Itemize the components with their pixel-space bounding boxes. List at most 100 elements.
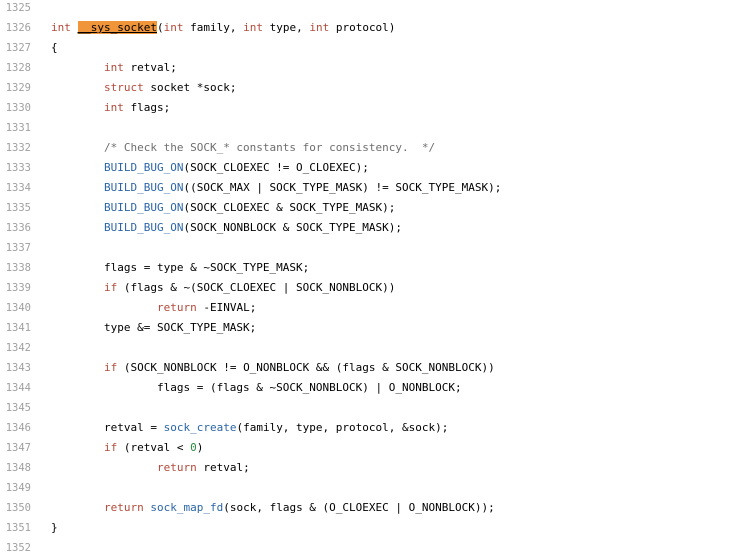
code-line: 1331 <box>0 118 754 138</box>
line-number[interactable]: 1325 <box>0 0 31 18</box>
highlighted-symbol[interactable]: __sys_socket <box>77 21 157 34</box>
code-content: BUILD_BUG_ON(SOCK_CLOEXEC & SOCK_TYPE_MA… <box>51 198 395 218</box>
code-text: flags = (flags & ~SOCK_NONBLOCK) | O_NON… <box>51 381 462 394</box>
code-text: socket *sock; <box>143 81 237 94</box>
code-text: ( <box>156 21 164 34</box>
code-text: (SOCK_NONBLOCK != O_NONBLOCK && (flags &… <box>117 361 495 374</box>
code-text: { <box>51 41 58 54</box>
line-number[interactable]: 1339 <box>0 278 31 298</box>
code-text: retval; <box>196 461 250 474</box>
code-text: ((SOCK_MAX | SOCK_TYPE_MASK) != SOCK_TYP… <box>183 181 502 194</box>
keyword-token: return <box>156 461 197 474</box>
code-line: 1344 flags = (flags & ~SOCK_NONBLOCK) | … <box>0 378 754 398</box>
code-content: return -EINVAL; <box>51 298 256 318</box>
code-line: 1349 <box>0 478 754 498</box>
keyword-token: struct <box>103 81 144 94</box>
keyword-token: int <box>243 21 263 34</box>
code-line: 1329 struct socket *sock; <box>0 78 754 98</box>
code-content: } <box>51 518 58 538</box>
line-number[interactable]: 1333 <box>0 158 31 178</box>
line-number[interactable]: 1338 <box>0 258 31 278</box>
line-number[interactable]: 1347 <box>0 438 31 458</box>
line-number[interactable]: 1340 <box>0 298 31 318</box>
macro-token: BUILD_BUG_ON <box>103 161 184 174</box>
keyword-token: return <box>103 501 144 514</box>
code-line: 1327 { <box>0 38 754 58</box>
code-content: if (SOCK_NONBLOCK != O_NONBLOCK && (flag… <box>51 358 495 378</box>
line-number[interactable]: 1349 <box>0 478 31 498</box>
line-number[interactable]: 1346 <box>0 418 31 438</box>
line-number[interactable]: 1335 <box>0 198 31 218</box>
code-content: { <box>51 38 58 58</box>
line-number[interactable]: 1329 <box>0 78 31 98</box>
code-line: 1339 if (flags & ~(SOCK_CLOEXEC | SOCK_N… <box>0 278 754 298</box>
code-content: return retval; <box>51 458 250 478</box>
code-text: flags = type & ~SOCK_TYPE_MASK; <box>51 261 310 274</box>
code-content: type &= SOCK_TYPE_MASK; <box>51 318 256 338</box>
code-line: 1333 BUILD_BUG_ON(SOCK_CLOEXEC != O_CLOE… <box>0 158 754 178</box>
keyword-token: int <box>163 21 184 34</box>
code-line: 1337 <box>0 238 754 258</box>
line-number[interactable]: 1336 <box>0 218 31 238</box>
line-number[interactable]: 1327 <box>0 38 31 58</box>
function-token[interactable]: sock_map_fd <box>150 501 223 514</box>
code-content: flags = type & ~SOCK_TYPE_MASK; <box>51 258 309 278</box>
code-line: 1347 if (retval < 0) <box>0 438 754 458</box>
line-number[interactable]: 1350 <box>0 498 31 518</box>
line-number[interactable]: 1352 <box>0 538 31 558</box>
code-content: flags = (flags & ~SOCK_NONBLOCK) | O_NON… <box>51 378 462 398</box>
keyword-token: if <box>103 441 118 454</box>
line-number[interactable]: 1348 <box>0 458 31 478</box>
line-number[interactable]: 1328 <box>0 58 31 78</box>
line-number[interactable]: 1351 <box>0 518 31 538</box>
function-token[interactable]: sock_create <box>164 421 237 434</box>
code-line: 1328 int retval; <box>0 58 754 78</box>
code-text: type, <box>262 21 310 34</box>
line-number[interactable]: 1345 <box>0 398 31 418</box>
code-content: BUILD_BUG_ON(SOCK_CLOEXEC != O_CLOEXEC); <box>51 158 369 178</box>
keyword-token: int <box>103 61 124 74</box>
code-content: BUILD_BUG_ON(SOCK_NONBLOCK & SOCK_TYPE_M… <box>51 218 402 238</box>
keyword-token: int <box>51 21 71 34</box>
line-number[interactable]: 1331 <box>0 118 31 138</box>
code-line: 1332 /* Check the SOCK_* constants for c… <box>0 138 754 158</box>
code-line: 1350 return sock_map_fd(sock, flags & (O… <box>0 498 754 518</box>
line-number[interactable]: 1341 <box>0 318 31 338</box>
code-line: 1336 BUILD_BUG_ON(SOCK_NONBLOCK & SOCK_T… <box>0 218 754 238</box>
code-text: (sock, flags & (O_CLOEXEC | O_NONBLOCK))… <box>223 501 495 514</box>
line-number[interactable]: 1342 <box>0 338 31 358</box>
code-content: retval = sock_create(family, type, proto… <box>51 418 448 438</box>
line-number[interactable]: 1332 <box>0 138 31 158</box>
line-number[interactable]: 1344 <box>0 378 31 398</box>
code-content: /* Check the SOCK_* constants for consis… <box>51 138 435 158</box>
line-number[interactable]: 1334 <box>0 178 31 198</box>
line-number[interactable]: 1326 <box>0 18 31 38</box>
code-line: 1348 return retval; <box>0 458 754 478</box>
code-view: 1325 1326 int __sys_socket(int family, int… <box>0 0 754 558</box>
keyword-token: int <box>103 101 124 114</box>
code-line: 1330 int flags; <box>0 98 754 118</box>
code-text: (family, type, protocol, &sock); <box>236 421 449 434</box>
code-content: if (flags & ~(SOCK_CLOEXEC | SOCK_NONBLO… <box>51 278 395 298</box>
code-line: 1334 BUILD_BUG_ON((SOCK_MAX | SOCK_TYPE_… <box>0 178 754 198</box>
code-line: 1351} <box>0 518 754 538</box>
code-line: 1338 flags = type & ~SOCK_TYPE_MASK; <box>0 258 754 278</box>
code-content: int __sys_socket(int family, int type, i… <box>51 18 395 38</box>
code-text: (retval < <box>117 441 191 454</box>
line-number[interactable]: 1343 <box>0 358 31 378</box>
code-line: 1345 <box>0 398 754 418</box>
code-content: return sock_map_fd(sock, flags & (O_CLOE… <box>51 498 495 518</box>
code-content: struct socket *sock; <box>51 78 236 98</box>
code-text: (SOCK_CLOEXEC & SOCK_TYPE_MASK); <box>183 201 396 214</box>
line-number[interactable]: 1337 <box>0 238 31 258</box>
line-number[interactable]: 1330 <box>0 98 31 118</box>
